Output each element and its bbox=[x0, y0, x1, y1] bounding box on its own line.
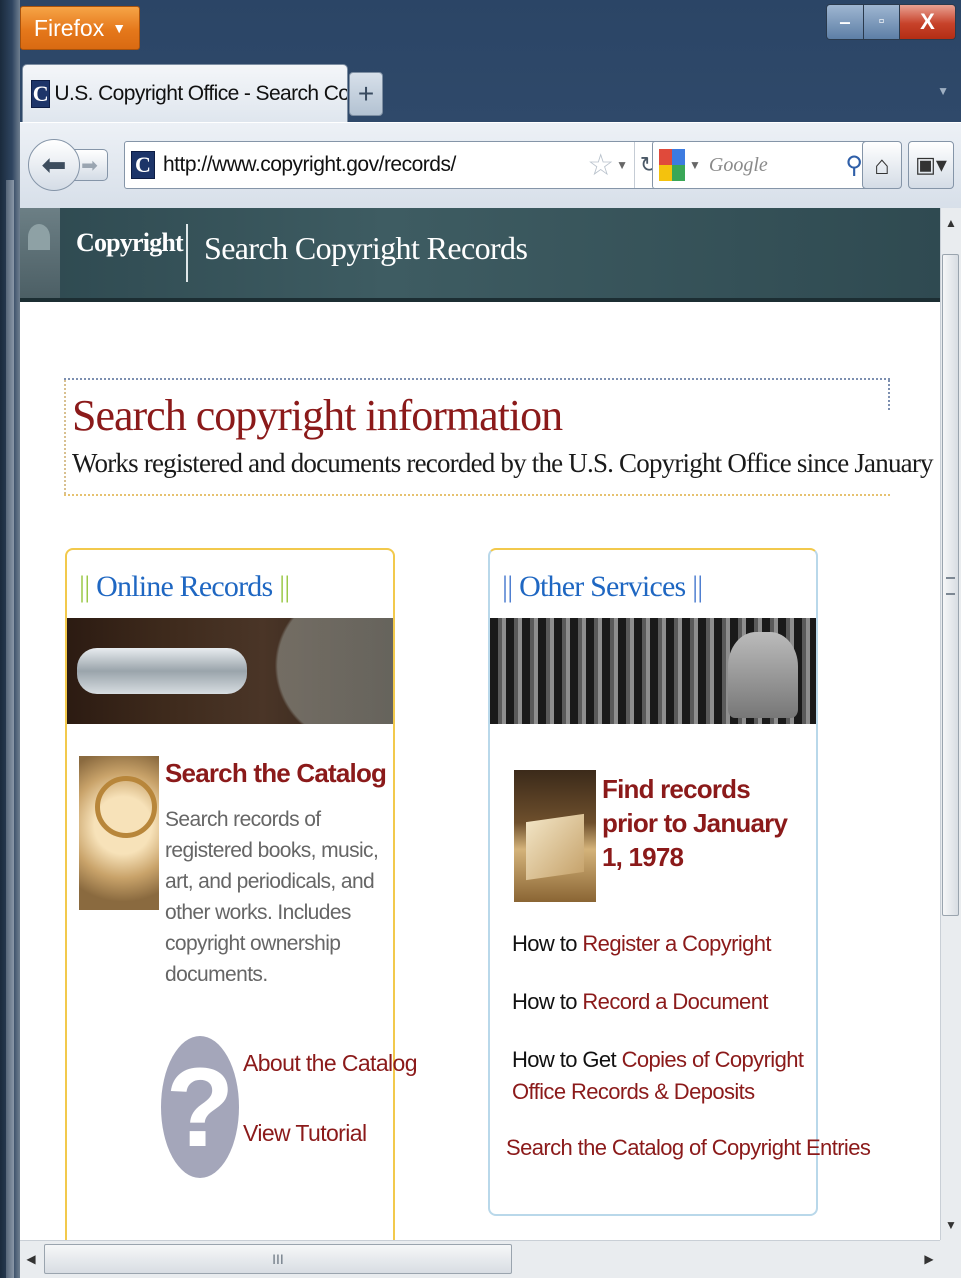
service-prefix: How to bbox=[512, 931, 583, 956]
bookmark-star-icon[interactable]: ☆ bbox=[587, 148, 614, 183]
heading-bar-right: || bbox=[279, 570, 290, 603]
online-records-panel: || Online Records || Search the Catalog … bbox=[65, 548, 418, 1240]
page-title: Search copyright information bbox=[72, 391, 563, 440]
banner-title: Search Copyright Records bbox=[204, 230, 528, 266]
service-item-record: How to Record a Document bbox=[512, 986, 768, 1018]
magnifier-banner-image bbox=[67, 618, 393, 724]
page-subtitle: Works registered and documents recorded … bbox=[72, 448, 940, 478]
site-identity-icon[interactable]: C bbox=[131, 151, 155, 179]
window-left-edge bbox=[0, 0, 20, 1278]
service-prefix: How to Get bbox=[512, 1047, 622, 1072]
chevron-down-icon: ▼ bbox=[112, 20, 127, 36]
help-question-icon: ? bbox=[161, 1036, 239, 1178]
search-catalog-link[interactable]: Search the Catalog bbox=[165, 758, 387, 789]
online-records-title: Online Records bbox=[96, 570, 273, 603]
other-services-heading: || Other Services || bbox=[502, 570, 703, 604]
heading-bar-left: || bbox=[502, 570, 513, 603]
tab-title: U.S. Copyright Office - Search Copyright… bbox=[54, 81, 347, 105]
scroll-down-icon[interactable]: ▼ bbox=[941, 1210, 961, 1240]
about-catalog-link[interactable]: About the Catalog bbox=[243, 1050, 418, 1077]
home-icon: ⌂ bbox=[874, 149, 890, 180]
banner-divider bbox=[186, 224, 188, 282]
bookmarks-icon: ▣▾ bbox=[915, 152, 947, 177]
copyright-favicon-icon: C bbox=[31, 79, 51, 108]
horizontal-scrollbar[interactable]: ◀ III ▶ bbox=[20, 1240, 940, 1278]
scroll-right-icon[interactable]: ▶ bbox=[918, 1241, 940, 1277]
search-input[interactable]: Google bbox=[709, 154, 846, 177]
scroll-left-icon[interactable]: ◀ bbox=[20, 1241, 42, 1277]
catalog-description: Search records of registered books, musi… bbox=[165, 808, 379, 986]
register-copyright-link[interactable]: Register a Copyright bbox=[582, 931, 771, 956]
card-drawer-image[interactable] bbox=[514, 770, 596, 902]
address-bar[interactable]: C http://www.copyright.gov/records/ ☆ ▼ … bbox=[124, 141, 664, 189]
heading-bar-right: || bbox=[692, 570, 703, 603]
scroll-up-icon[interactable]: ▲ bbox=[941, 208, 961, 238]
maximize-button[interactable]: ▫ bbox=[863, 5, 899, 39]
other-services-title: Other Services bbox=[519, 570, 686, 603]
other-services-panel: || Other Services || Find records prior … bbox=[488, 548, 871, 1216]
browser-window: Firefox ▼ ‒ ▫ X C U.S. Copyright Office … bbox=[0, 0, 961, 1278]
search-bar[interactable]: ▼ Google ⚲ bbox=[652, 141, 872, 189]
capitol-building-image bbox=[20, 208, 60, 298]
find-records-prior-link[interactable]: Find records prior to January 1, 1978 bbox=[602, 772, 808, 874]
minimize-button[interactable]: ‒ bbox=[827, 5, 863, 39]
heading-bar-left: || bbox=[79, 570, 90, 603]
copyright-logo[interactable]: Copyright bbox=[76, 228, 184, 258]
search-icon[interactable]: ⚲ bbox=[845, 151, 863, 180]
google-icon[interactable] bbox=[659, 149, 685, 181]
home-button[interactable]: ⌂ bbox=[862, 141, 902, 189]
bookmarks-button[interactable]: ▣▾ bbox=[908, 141, 954, 189]
service-prefix: How to bbox=[512, 989, 583, 1014]
catalog-entries-link[interactable]: Search the Catalog of Copyright Entries bbox=[506, 1132, 871, 1164]
back-button[interactable]: ⬅ bbox=[28, 139, 80, 191]
intro-box: Search copyright information Works regis… bbox=[64, 378, 940, 496]
close-button[interactable]: X bbox=[899, 5, 955, 39]
tab-copyright-search[interactable]: C U.S. Copyright Office - Search Copyrig… bbox=[22, 64, 348, 122]
navigation-toolbar: ➡ ⬅ C http://www.copyright.gov/records/ … bbox=[20, 122, 961, 209]
view-tutorial-link[interactable]: View Tutorial bbox=[243, 1120, 367, 1147]
online-records-heading: || Online Records || bbox=[79, 570, 290, 604]
window-controls: ‒ ▫ X bbox=[826, 4, 956, 40]
page-viewport: Copyright Search Copyright Records Searc… bbox=[20, 208, 940, 1240]
new-tab-button[interactable]: + bbox=[349, 72, 383, 116]
vertical-scroll-thumb[interactable] bbox=[942, 254, 959, 916]
service-item-register: How to Register a Copyright bbox=[512, 928, 772, 960]
engine-dropdown-icon[interactable]: ▼ bbox=[689, 158, 701, 172]
history-dropdown-icon[interactable]: ▼ bbox=[616, 158, 628, 172]
record-document-link[interactable]: Record a Document bbox=[582, 989, 768, 1014]
forward-icon: ➡ bbox=[81, 154, 98, 177]
firefox-menu-button[interactable]: Firefox ▼ bbox=[20, 6, 140, 50]
tab-list-icon[interactable]: ▼ bbox=[937, 84, 949, 98]
magnifying-glass-image[interactable] bbox=[79, 756, 159, 910]
firefox-menu-label: Firefox bbox=[33, 14, 105, 41]
horizontal-scroll-thumb[interactable]: III bbox=[44, 1244, 512, 1274]
scrollbar-corner bbox=[940, 1240, 961, 1278]
service-item-copies: How to Get Copies of Copyright Office Re… bbox=[512, 1044, 812, 1108]
back-icon: ⬅ bbox=[41, 148, 67, 182]
card-catalog-banner-image bbox=[490, 618, 816, 724]
site-banner: Copyright Search Copyright Records bbox=[20, 208, 940, 302]
back-forward-group: ➡ ⬅ bbox=[28, 139, 114, 191]
vertical-scrollbar[interactable]: ▲ ▼ bbox=[940, 208, 961, 1240]
url-text[interactable]: http://www.copyright.gov/records/ bbox=[163, 153, 456, 177]
